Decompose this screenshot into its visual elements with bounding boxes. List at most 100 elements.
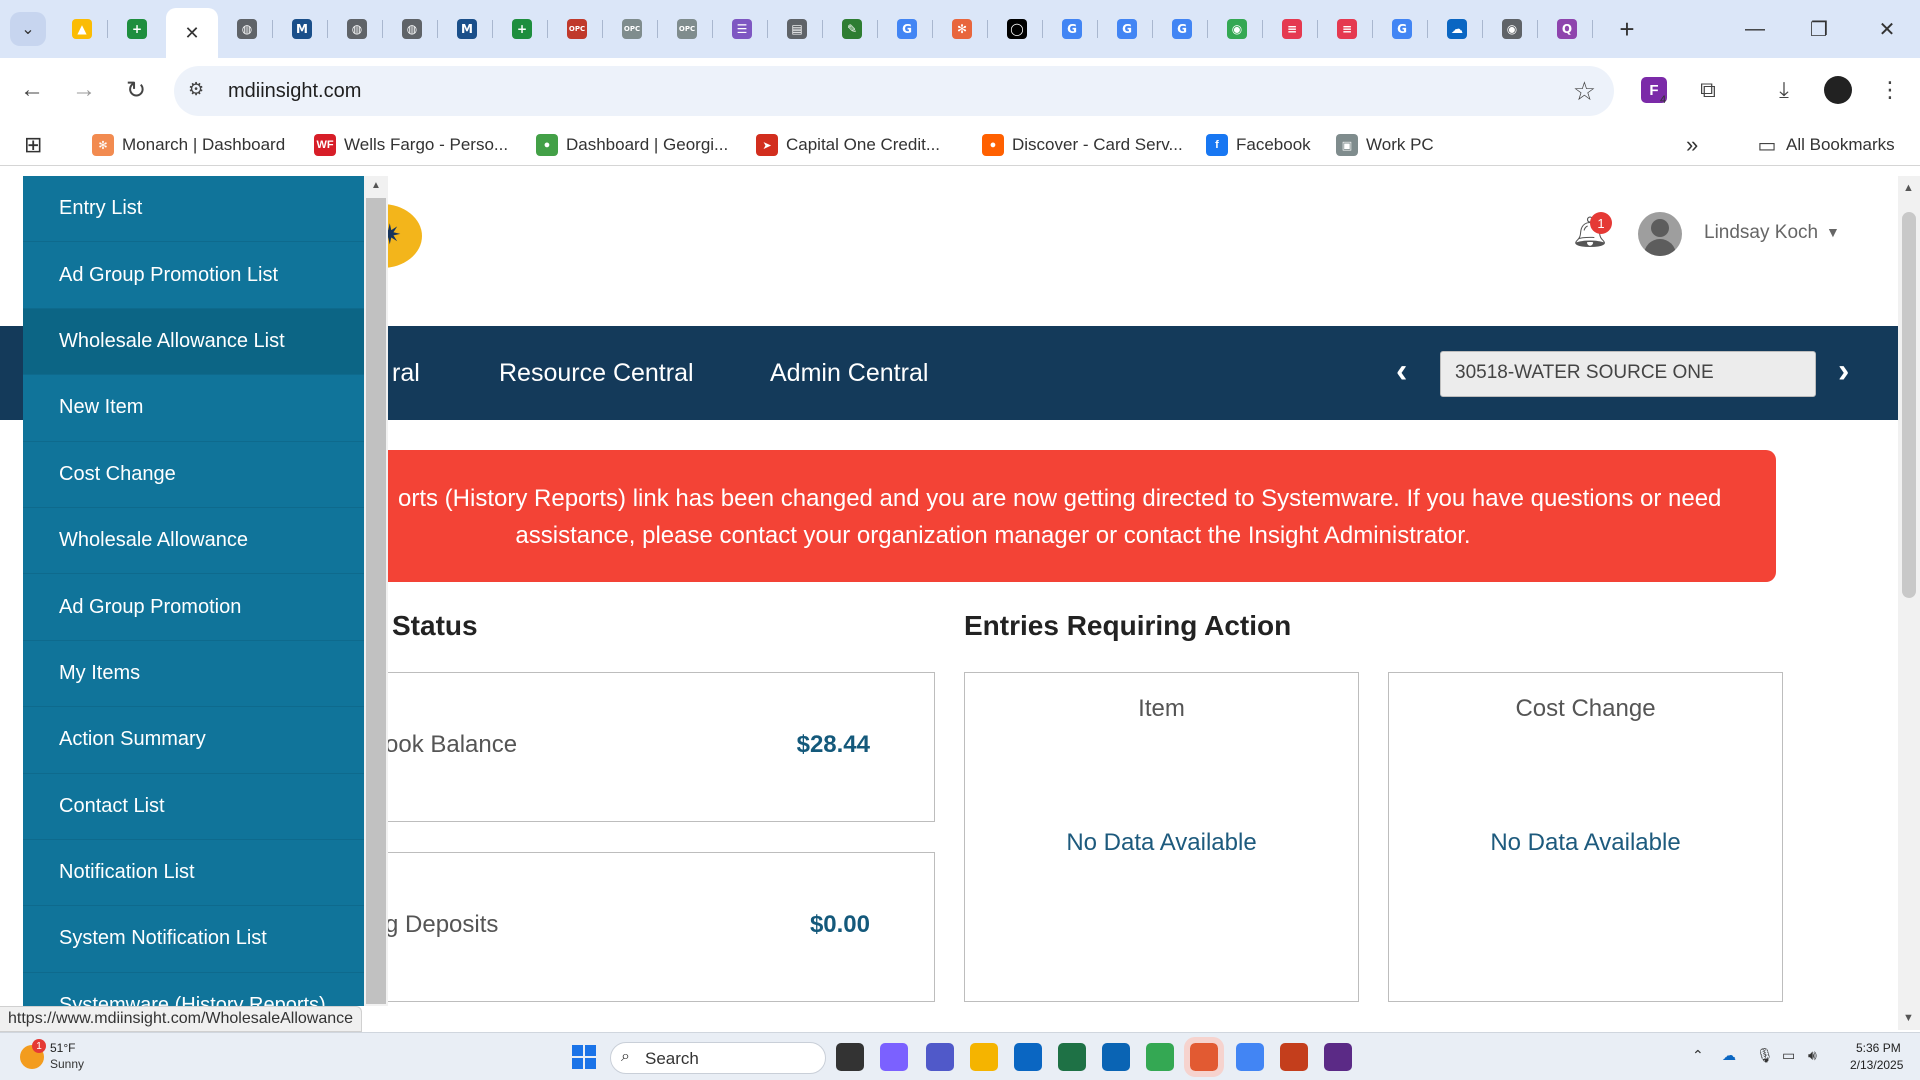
- task-view-icon[interactable]: [836, 1043, 864, 1071]
- scroll-up-icon[interactable]: ▲: [1903, 182, 1914, 194]
- close-window-button[interactable]: ✕: [1862, 10, 1912, 48]
- powerpoint-icon[interactable]: [1280, 1043, 1308, 1071]
- menu-item-new-item[interactable]: New Item: [23, 375, 364, 442]
- minimize-button[interactable]: —: [1730, 10, 1780, 48]
- menu-scroll-up-icon[interactable]: ▲: [371, 180, 381, 191]
- browser-tab[interactable]: G: [881, 8, 933, 50]
- browser-tab[interactable]: ▤: [771, 8, 823, 50]
- browser-tab[interactable]: +: [111, 8, 163, 50]
- browser-tab[interactable]: ◉: [1486, 8, 1538, 50]
- browser-tab[interactable]: ◉: [1211, 8, 1263, 50]
- menu-scroll-thumb[interactable]: [366, 198, 386, 1004]
- reload-button[interactable]: ↻: [116, 70, 156, 110]
- site-settings-icon[interactable]: ⚙: [188, 79, 212, 103]
- browser-tab[interactable]: ◯: [991, 8, 1043, 50]
- browser-tab[interactable]: ◍: [331, 8, 383, 50]
- new-tab-button[interactable]: +: [1610, 12, 1644, 46]
- bookmark-item[interactable]: ▣ Work PC: [1336, 132, 1434, 158]
- browser-tab[interactable]: ◍: [386, 8, 438, 50]
- tab-search-chevron-icon[interactable]: ⌄: [10, 12, 46, 46]
- scroll-down-icon[interactable]: ▼: [1903, 1012, 1914, 1024]
- photos-icon[interactable]: [1184, 1037, 1224, 1077]
- taskbar-search[interactable]: ⌕ Search: [610, 1042, 826, 1074]
- store-prev-arrow-icon[interactable]: ‹: [1396, 352, 1407, 391]
- entries-item-card[interactable]: Item No Data Available: [964, 672, 1359, 1002]
- page-scroll-thumb[interactable]: [1902, 212, 1916, 598]
- chrome-icon[interactable]: [1146, 1043, 1174, 1071]
- bookmark-item[interactable]: ✻ Monarch | Dashboard: [92, 132, 285, 158]
- copilot-icon[interactable]: [880, 1043, 908, 1071]
- user-avatar[interactable]: [1638, 212, 1682, 256]
- store-icon[interactable]: [1014, 1043, 1042, 1071]
- outlook-icon[interactable]: [1102, 1043, 1130, 1071]
- browser-tab[interactable]: G: [1156, 8, 1208, 50]
- browser-tab[interactable]: Q: [1541, 8, 1593, 50]
- network-icon[interactable]: ▭: [1782, 1047, 1795, 1064]
- menu-item-systemware-history-reports[interactable]: Systemware (History Reports): [23, 973, 364, 1006]
- apps-grid-icon[interactable]: ⊞: [24, 132, 42, 158]
- browser-tab[interactable]: ≡: [1321, 8, 1373, 50]
- nav-partial-link[interactable]: ral: [392, 359, 420, 388]
- nav-admin-central[interactable]: Admin Central: [770, 359, 928, 388]
- page-scrollbar[interactable]: ▲ ▼: [1898, 176, 1920, 1030]
- more-bookmarks-chevron-icon[interactable]: »: [1686, 132, 1698, 158]
- browser-tab[interactable]: ▲: [56, 8, 108, 50]
- all-bookmarks-button[interactable]: ▭ All Bookmarks: [1756, 132, 1895, 158]
- menu-item-wholesale-allowance[interactable]: Wholesale Allowance: [23, 508, 364, 575]
- menu-scrollbar[interactable]: ▲: [364, 176, 388, 1006]
- bookmark-item[interactable]: ➤ Capital One Credit...: [756, 132, 940, 158]
- browser-tab[interactable]: OPC: [661, 8, 713, 50]
- bookmark-item[interactable]: ● Dashboard | Georgi...: [536, 132, 728, 158]
- browser-tab[interactable]: OPC: [551, 8, 603, 50]
- weather-condition[interactable]: Sunny: [50, 1057, 84, 1071]
- downloads-icon[interactable]: ⤓: [1766, 72, 1802, 108]
- profile-avatar-icon[interactable]: [1820, 72, 1856, 108]
- menu-item-action-summary[interactable]: Action Summary: [23, 707, 364, 774]
- store-selector[interactable]: 30518-WATER SOURCE ONE: [1440, 351, 1816, 397]
- menu-item-system-notification-list[interactable]: System Notification List: [23, 906, 364, 973]
- menu-item-ad-group-promotion-list[interactable]: Ad Group Promotion List: [23, 242, 364, 309]
- file-explorer-icon[interactable]: [970, 1043, 998, 1071]
- extensions-puzzle-icon[interactable]: ⧉: [1690, 72, 1726, 108]
- active-tab[interactable]: ✕: [166, 8, 218, 58]
- browser-tab[interactable]: ☰: [716, 8, 768, 50]
- menu-item-notification-list[interactable]: Notification List: [23, 840, 364, 907]
- back-button[interactable]: ←: [12, 70, 52, 110]
- microphone-icon[interactable]: 🎙︎: [1756, 1047, 1774, 1064]
- browser-tab[interactable]: ✻: [936, 8, 988, 50]
- browser-tab[interactable]: ≡: [1266, 8, 1318, 50]
- browser-tab[interactable]: ☁: [1431, 8, 1483, 50]
- bookmark-item[interactable]: ● Discover - Card Serv...: [982, 132, 1183, 158]
- chrome-profile-icon[interactable]: [1236, 1043, 1264, 1071]
- tray-chevron-icon[interactable]: ⌃: [1692, 1047, 1704, 1064]
- browser-tab[interactable]: G: [1376, 8, 1428, 50]
- browser-tab[interactable]: G: [1046, 8, 1098, 50]
- clock-time[interactable]: 5:36 PM: [1856, 1041, 1901, 1055]
- store-next-arrow-icon[interactable]: ›: [1838, 352, 1849, 391]
- forward-button[interactable]: →: [64, 70, 104, 110]
- browser-tab[interactable]: ◍: [221, 8, 273, 50]
- restore-button[interactable]: ❐: [1794, 10, 1844, 48]
- weather-temp[interactable]: 51°F: [50, 1041, 75, 1055]
- menu-item-entry-list[interactable]: Entry List: [23, 176, 364, 243]
- menu-item-wholesale-allowance-list[interactable]: Wholesale Allowance List: [23, 308, 364, 376]
- menu-item-ad-group-promotion[interactable]: Ad Group Promotion: [23, 574, 364, 641]
- nav-resource-central[interactable]: Resource Central: [499, 359, 694, 388]
- bookmark-star-icon[interactable]: ☆: [1573, 76, 1596, 107]
- clock-date[interactable]: 2/13/2025: [1850, 1058, 1903, 1072]
- browser-tab[interactable]: ✎: [826, 8, 878, 50]
- chrome-menu-icon[interactable]: ⋮: [1872, 72, 1908, 108]
- volume-icon[interactable]: 🔊︎: [1808, 1047, 1817, 1064]
- user-name[interactable]: Lindsay Koch: [1704, 222, 1818, 244]
- entries-cost-change-card[interactable]: Cost Change No Data Available: [1388, 672, 1783, 1002]
- q-app-icon[interactable]: [1324, 1043, 1352, 1071]
- user-menu-caret-icon[interactable]: ▼: [1826, 224, 1840, 240]
- browser-tab[interactable]: M: [276, 8, 328, 50]
- bookmark-item[interactable]: f Facebook: [1206, 132, 1311, 158]
- extension-f-icon[interactable]: F 4: [1636, 72, 1672, 108]
- close-tab-icon[interactable]: ✕: [182, 23, 202, 44]
- browser-tab[interactable]: G: [1101, 8, 1153, 50]
- address-bar[interactable]: ⚙ mdiinsight.com ☆: [174, 66, 1614, 116]
- onedrive-icon[interactable]: ☁: [1722, 1047, 1736, 1064]
- bookmark-item[interactable]: WF Wells Fargo - Perso...: [314, 132, 508, 158]
